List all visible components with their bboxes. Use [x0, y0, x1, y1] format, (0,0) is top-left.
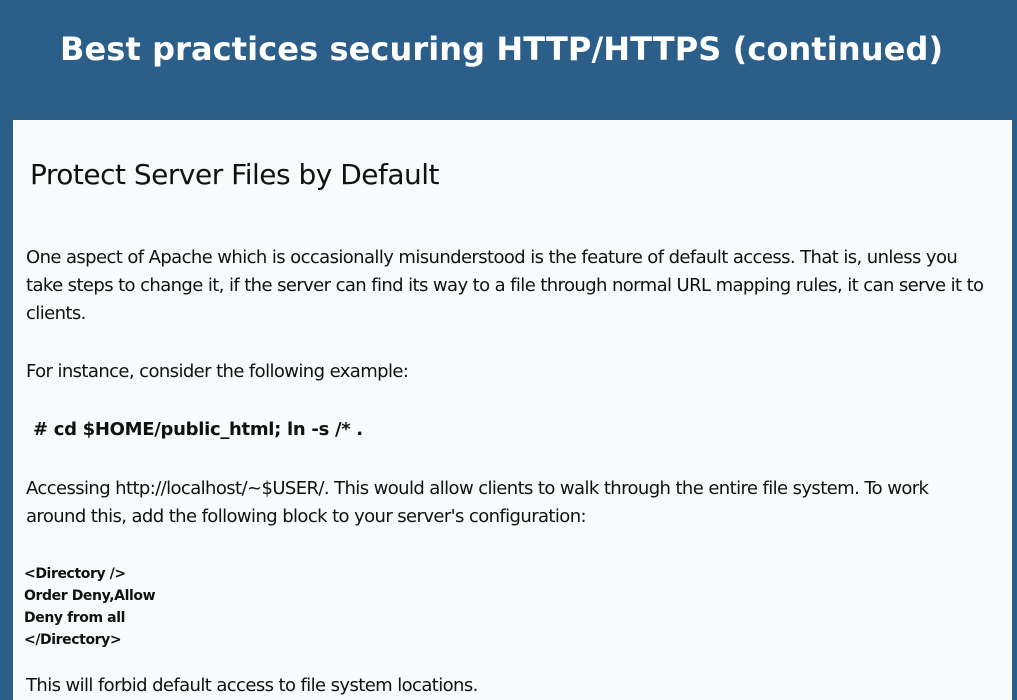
- section-heading: Protect Server Files by Default: [30, 158, 440, 191]
- explanation-paragraph: Accessing http://localhost/~$USER/. This…: [26, 478, 929, 527]
- config-code-block: <Directory /> Order Deny,Allow Deny from…: [24, 563, 156, 651]
- config-line-directory-open: <Directory />: [24, 566, 126, 582]
- config-line-deny: Deny from all: [24, 610, 126, 626]
- example-intro-paragraph: For instance, consider the following exa…: [26, 361, 409, 382]
- conclusion-paragraph: This will forbid default access to file …: [26, 675, 478, 696]
- config-line-order: Order Deny,Allow: [24, 588, 156, 604]
- content-panel: Protect Server Files by Default One aspe…: [13, 120, 1012, 700]
- command-example: # cd $HOME/public_html; ln -s /* .: [33, 419, 363, 440]
- slide-title: Best practices securing HTTP/HTTPS (cont…: [60, 30, 944, 68]
- intro-paragraph: One aspect of Apache which is occasional…: [26, 247, 984, 324]
- config-line-directory-close: </Directory>: [24, 632, 122, 648]
- slide-header: Best practices securing HTTP/HTTPS (cont…: [0, 0, 1017, 120]
